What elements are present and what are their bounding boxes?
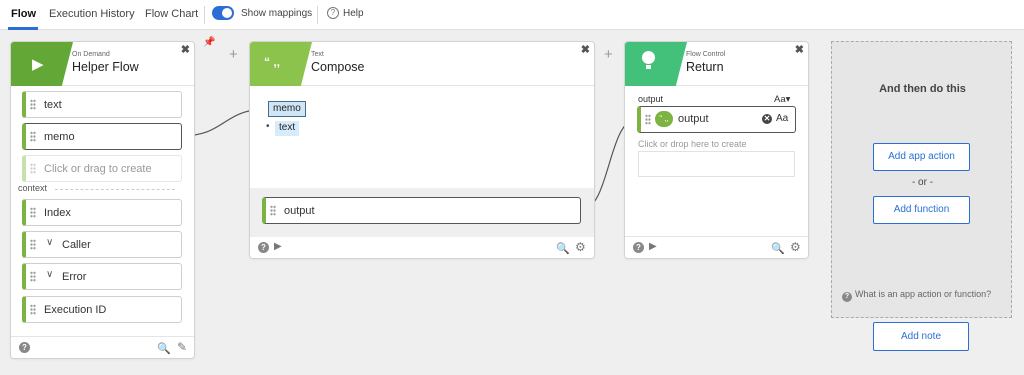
help-icon[interactable]: ? xyxy=(19,342,30,353)
card-category: On Demand xyxy=(72,51,110,58)
field-label: text xyxy=(44,99,62,111)
drag-handle-icon[interactable] xyxy=(30,304,36,315)
help-icon[interactable]: ? xyxy=(258,242,269,253)
add-note-button[interactable]: Add note xyxy=(873,322,969,351)
lightbulb-icon xyxy=(642,51,655,64)
or-separator: - or - xyxy=(911,177,934,188)
context-field-caller[interactable]: ∨ Caller xyxy=(22,231,182,258)
text-type-badge-icon: “ ,, xyxy=(655,111,673,127)
card-title: Compose xyxy=(311,60,365,74)
remove-icon[interactable]: ✕ xyxy=(762,114,772,124)
context-field-index[interactable]: Index xyxy=(22,199,182,226)
card-footer: ? ▶ 🔍 ⚙ xyxy=(250,236,594,258)
card-header: Flow Control Return ✖ xyxy=(625,42,808,86)
gear-icon[interactable]: ⚙ xyxy=(575,240,586,254)
mapped-token-memo[interactable]: memo xyxy=(268,101,306,117)
search-icon[interactable]: 🔍 xyxy=(556,242,570,255)
field-memo[interactable]: memo xyxy=(22,123,182,150)
field-label: Index xyxy=(44,207,71,219)
trigger-icon-block: ▶ xyxy=(11,42,73,86)
pin-icon[interactable]: 📌 xyxy=(203,37,215,48)
drag-handle-icon[interactable] xyxy=(270,205,276,216)
add-step-plus-icon[interactable]: + xyxy=(604,46,613,63)
drag-handle-icon[interactable] xyxy=(645,114,651,125)
divider xyxy=(55,189,175,190)
compose-output-field[interactable]: output xyxy=(262,197,581,224)
card-header: ▶ On Demand Helper Flow ✖ xyxy=(11,42,194,86)
drag-handle-icon[interactable] xyxy=(30,271,36,282)
add-app-action-button[interactable]: Add app action xyxy=(873,143,970,171)
close-icon[interactable]: ✖ xyxy=(181,43,190,56)
card-category: Flow Control xyxy=(686,51,726,58)
help-icon[interactable]: ? xyxy=(633,242,644,253)
chevron-down-icon[interactable]: ∨ xyxy=(46,237,53,248)
search-icon[interactable]: 🔍 xyxy=(157,342,171,355)
panel-help[interactable]: ? What is an app action or function? xyxy=(842,289,991,302)
show-mappings-toggle[interactable] xyxy=(212,6,234,20)
drag-handle-icon[interactable] xyxy=(30,239,36,250)
tab-execution-history[interactable]: Execution History xyxy=(49,8,135,20)
text-icon-block: “ ,, xyxy=(250,42,312,86)
field-label: Error xyxy=(62,271,87,283)
context-field-error[interactable]: ∨ Error xyxy=(22,263,182,290)
add-step-plus-icon[interactable]: + xyxy=(229,46,238,63)
field-label: Execution ID xyxy=(44,304,107,316)
panel-help-link[interactable]: What is an app action or function? xyxy=(855,289,991,299)
card-footer: ? 🔍 ✎ xyxy=(11,336,194,358)
show-mappings-label[interactable]: Show mappings xyxy=(241,8,312,19)
help-link[interactable]: Help xyxy=(343,8,364,19)
card-header: “ ,, Text Compose ✖ xyxy=(250,42,594,86)
top-navigation-bar: Flow Execution History Flow Chart Show m… xyxy=(0,0,1024,30)
nav-divider xyxy=(317,6,318,24)
context-field-execution-id[interactable]: Execution ID xyxy=(22,296,182,323)
close-icon[interactable]: ✖ xyxy=(795,43,804,56)
run-icon[interactable]: ▶ xyxy=(649,241,657,252)
type-label: Aa xyxy=(776,113,789,124)
nav-divider xyxy=(204,6,205,24)
gear-icon[interactable]: ⚙ xyxy=(790,240,801,254)
output-header-label: output xyxy=(638,94,664,104)
lightbulb-base xyxy=(646,65,651,69)
field-label: output xyxy=(284,205,315,217)
edit-icon[interactable]: ✎ xyxy=(177,340,187,354)
next-step-panel: And then do this Add app action - or - A… xyxy=(831,41,1012,318)
active-tab-indicator xyxy=(8,27,38,30)
drag-handle-icon[interactable] xyxy=(30,99,36,110)
drag-handle-icon[interactable] xyxy=(30,207,36,218)
card-category: Text xyxy=(311,51,324,58)
help-circle-icon[interactable]: ? xyxy=(327,7,339,19)
card-title: Return xyxy=(686,60,724,74)
drop-zone[interactable] xyxy=(638,151,795,177)
field-label: memo xyxy=(44,131,75,143)
context-section-label: context xyxy=(18,183,48,193)
create-hint: Click or drop here to create xyxy=(638,139,747,149)
type-dropdown[interactable]: Aa▾ xyxy=(774,94,790,105)
question-circle-icon: ? xyxy=(842,292,852,302)
field-label: output xyxy=(678,113,709,125)
drag-handle-icon xyxy=(30,163,36,174)
card-footer: ? ▶ 🔍 ⚙ xyxy=(625,236,808,258)
search-icon[interactable]: 🔍 xyxy=(771,242,785,255)
tab-flow-chart[interactable]: Flow Chart xyxy=(145,8,198,20)
add-function-button[interactable]: Add function xyxy=(873,196,970,224)
quote-icon: “ ,, xyxy=(264,55,281,69)
return-card[interactable]: Flow Control Return ✖ ? ▶ 🔍 ⚙ xyxy=(624,41,809,259)
panel-title: And then do this xyxy=(879,83,966,95)
chevron-down-icon[interactable]: ∨ xyxy=(46,269,53,280)
bullet: • xyxy=(266,121,270,132)
close-icon[interactable]: ✖ xyxy=(581,43,590,56)
token-text[interactable]: text xyxy=(275,121,300,136)
drag-handle-icon[interactable] xyxy=(30,131,36,142)
play-icon: ▶ xyxy=(32,56,44,73)
flow-control-icon-block xyxy=(625,42,687,86)
field-label: Caller xyxy=(62,239,91,251)
create-field-placeholder[interactable]: Click or drag to create xyxy=(22,155,182,182)
field-text[interactable]: text xyxy=(22,91,182,118)
placeholder-label: Click or drag to create xyxy=(44,163,152,175)
tab-flow[interactable]: Flow xyxy=(11,8,36,20)
card-title: Helper Flow xyxy=(72,60,139,74)
run-icon[interactable]: ▶ xyxy=(274,241,282,252)
